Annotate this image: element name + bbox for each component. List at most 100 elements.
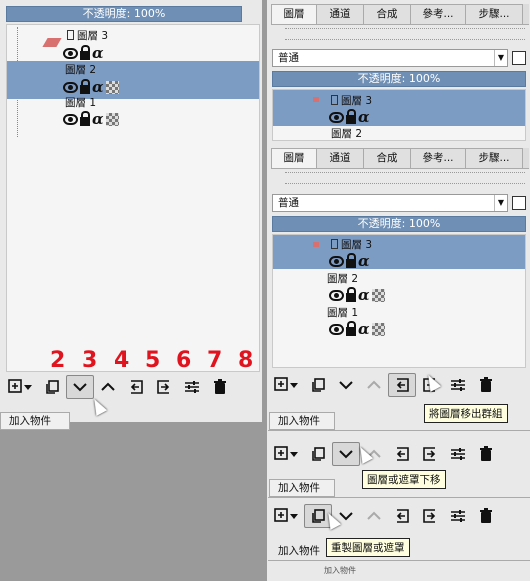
ungroup-button[interactable] — [388, 373, 416, 397]
right1-blend-value: 普通 — [278, 52, 299, 64]
chevron-down-icon: ▼ — [494, 50, 507, 66]
right1-menu-icon[interactable] — [512, 51, 526, 65]
layer-3-color-tag — [42, 38, 62, 47]
add-layer-button[interactable] — [272, 442, 300, 466]
right2-layer-2-name: 圖層 2 — [327, 273, 359, 285]
layer-1-icons[interactable]: α — [63, 110, 119, 127]
eye-icon[interactable] — [329, 111, 344, 123]
annotation-number-3: 3 — [82, 348, 98, 373]
left-layer-tree[interactable]: 圖層 3 α 圖層 2 α 圖層 1 α — [6, 24, 260, 372]
alpha-icon[interactable]: α — [358, 254, 370, 269]
ungroup-button[interactable] — [122, 375, 150, 399]
right2-opacity-bar[interactable]: 不透明度: 100% — [272, 216, 526, 232]
alpha-icon[interactable]: α — [92, 80, 104, 95]
annotation-number-6: 6 — [176, 348, 192, 373]
group-button[interactable] — [150, 375, 178, 399]
right1-opacity-bar[interactable]: 不透明度: 100% — [272, 71, 526, 87]
delete-button[interactable] — [472, 442, 500, 466]
tab-composite[interactable]: 合成 — [363, 4, 411, 24]
properties-button[interactable] — [178, 375, 206, 399]
eye-icon[interactable] — [63, 113, 78, 125]
annotation-number-2: 2 — [50, 348, 66, 373]
properties-button[interactable] — [444, 504, 472, 528]
annotation-number-7: 7 — [207, 348, 223, 373]
group-button[interactable] — [416, 504, 444, 528]
add-layer-button[interactable] — [272, 504, 300, 528]
layer-row-2-selected[interactable] — [7, 61, 259, 99]
right1-layer-tree[interactable]: 圖層 3 α 圖層 2 — [272, 89, 526, 141]
move-down-button[interactable] — [332, 442, 360, 466]
eye-icon[interactable] — [63, 47, 78, 59]
group-button[interactable] — [416, 442, 444, 466]
eye-icon[interactable] — [329, 289, 344, 301]
right4-add-object-label[interactable]: 加入物件 — [278, 543, 320, 558]
eye-icon[interactable] — [63, 81, 78, 93]
right2-layer-2-icons[interactable]: α — [329, 286, 385, 303]
right1-panel-grip[interactable] — [285, 28, 525, 40]
lock-icon[interactable] — [346, 252, 356, 268]
move-down-button[interactable] — [332, 373, 360, 397]
eye-icon[interactable] — [329, 323, 344, 335]
right1-blend-mode-select[interactable]: 普通 ▼ — [272, 49, 508, 67]
annotation-number-5: 5 — [145, 348, 161, 373]
lock-icon[interactable] — [346, 108, 356, 124]
layer-3-icons[interactable]: α — [63, 44, 104, 61]
lock-icon[interactable] — [80, 78, 90, 94]
right2-layer-row-selected[interactable] — [273, 235, 525, 269]
move-up-button[interactable] — [360, 373, 388, 397]
alpha-icon[interactable]: α — [358, 288, 370, 303]
left-add-object-tab[interactable]: 加入物件 — [0, 412, 70, 430]
tab-reference[interactable]: 參考... — [410, 148, 466, 168]
right3-layer-toolbar — [272, 441, 526, 467]
move-up-button[interactable] — [360, 504, 388, 528]
tab-reference[interactable]: 參考... — [410, 4, 466, 24]
ungroup-button[interactable] — [388, 442, 416, 466]
right2-layer-tree[interactable]: 圖層 3 α 圖層 2 α 圖層 1 α — [272, 234, 526, 368]
lock-icon[interactable] — [80, 110, 90, 126]
right2-layer-3-icons[interactable]: α — [329, 252, 370, 269]
layer-3-name: 圖層 3 — [77, 30, 109, 42]
ungroup-button[interactable] — [388, 504, 416, 528]
right2-menu-icon[interactable] — [512, 196, 526, 210]
alpha-icon[interactable]: α — [92, 46, 104, 61]
right1-layer-3-icons[interactable]: α — [329, 108, 370, 125]
duplicate-button[interactable] — [304, 373, 332, 397]
properties-button[interactable] — [444, 442, 472, 466]
left-opacity-bar[interactable]: 不透明度: 100% — [6, 6, 242, 22]
lock-icon[interactable] — [80, 44, 90, 60]
right2-panel-grip[interactable] — [285, 172, 525, 184]
tab-channels[interactable]: 通道 — [316, 4, 364, 24]
eye-icon[interactable] — [329, 255, 344, 267]
lock-icon[interactable] — [346, 320, 356, 336]
alpha-icon[interactable]: α — [358, 322, 370, 337]
properties-button[interactable] — [444, 373, 472, 397]
delete-button[interactable] — [206, 375, 234, 399]
tooltip-move-down: 圖層或遮罩下移 — [362, 470, 446, 489]
add-layer-button[interactable] — [6, 375, 34, 399]
tab-composite[interactable]: 合成 — [363, 148, 411, 168]
checker-icon — [105, 80, 119, 94]
layer-page-icon — [331, 95, 338, 105]
add-layer-button[interactable] — [272, 373, 300, 397]
move-down-button[interactable] — [66, 375, 94, 399]
right2-layer-1-name: 圖層 1 — [327, 307, 359, 319]
layer-2-icons[interactable]: α — [63, 78, 119, 95]
right2-blend-mode-select[interactable]: 普通 ▼ — [272, 194, 508, 212]
duplicate-button[interactable] — [304, 442, 332, 466]
tab-layers[interactable]: 圖層 — [271, 4, 317, 24]
right4-add-object-tab[interactable]: 加入物件 — [269, 479, 335, 497]
tab-layers[interactable]: 圖層 — [271, 148, 317, 168]
tab-history[interactable]: 步驟... — [465, 148, 523, 168]
delete-button[interactable] — [472, 373, 500, 397]
alpha-icon[interactable]: α — [358, 110, 370, 125]
right2-layer-1-icons[interactable]: α — [329, 320, 385, 337]
duplicate-button[interactable] — [38, 375, 66, 399]
right1-layer-row-selected[interactable] — [273, 90, 525, 126]
delete-button[interactable] — [472, 504, 500, 528]
right3-add-object-tab[interactable]: 加入物件 — [269, 412, 335, 430]
tab-channels[interactable]: 通道 — [316, 148, 364, 168]
alpha-icon[interactable]: α — [92, 112, 104, 127]
tab-history[interactable]: 步驟... — [465, 4, 523, 24]
layer-row-3[interactable]: 圖層 3 — [7, 27, 259, 47]
lock-icon[interactable] — [346, 286, 356, 302]
